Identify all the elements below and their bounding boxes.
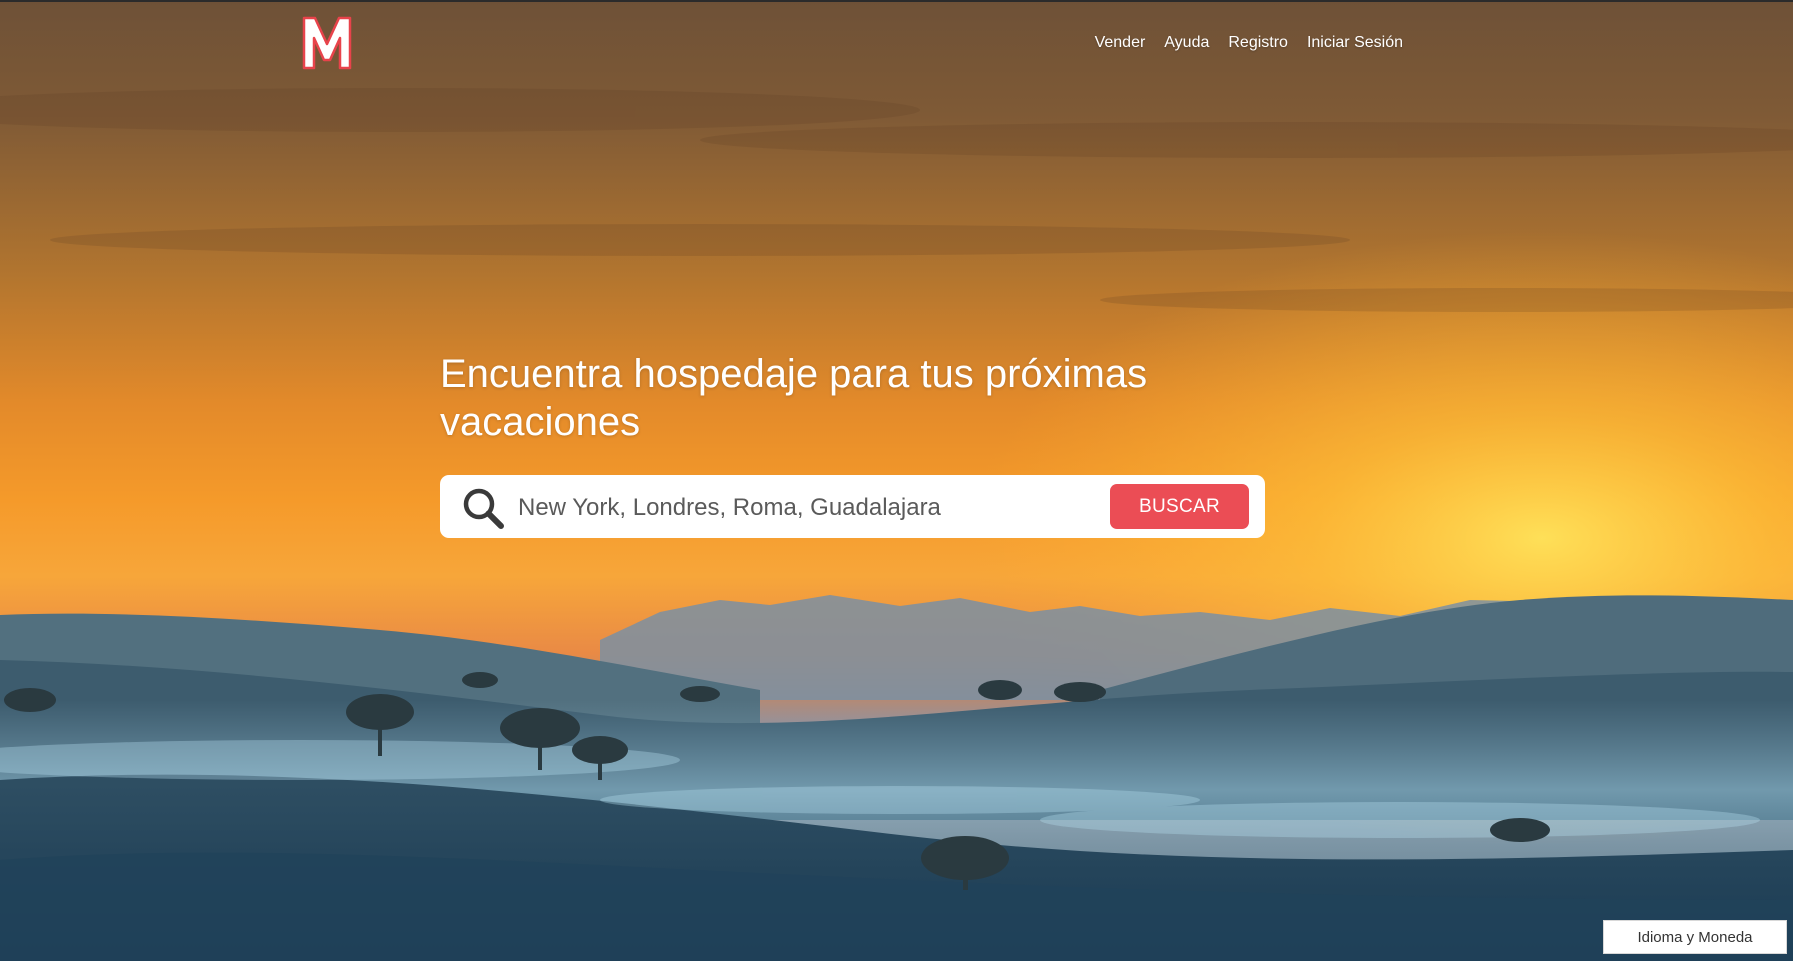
search-bar: BUSCAR: [440, 475, 1265, 538]
nav-login-link[interactable]: Iniciar Sesión: [1307, 34, 1403, 52]
nav-register-link[interactable]: Registro: [1228, 34, 1288, 52]
search-input[interactable]: [516, 485, 1140, 531]
search-button[interactable]: BUSCAR: [1110, 484, 1249, 529]
language-currency-button[interactable]: Idioma y Moneda: [1603, 920, 1787, 954]
brand-logo[interactable]: [300, 14, 354, 72]
logo-mark: [302, 16, 352, 70]
nav-help-link[interactable]: Ayuda: [1164, 34, 1209, 52]
search-icon: [462, 487, 506, 531]
top-nav: Vender Ayuda Registro Iniciar Sesión: [1095, 34, 1403, 52]
hero-headline: Encuentra hospedaje para tus próximas va…: [440, 352, 1148, 444]
top-border: [0, 0, 1793, 2]
nav-sell-link[interactable]: Vender: [1095, 34, 1146, 52]
